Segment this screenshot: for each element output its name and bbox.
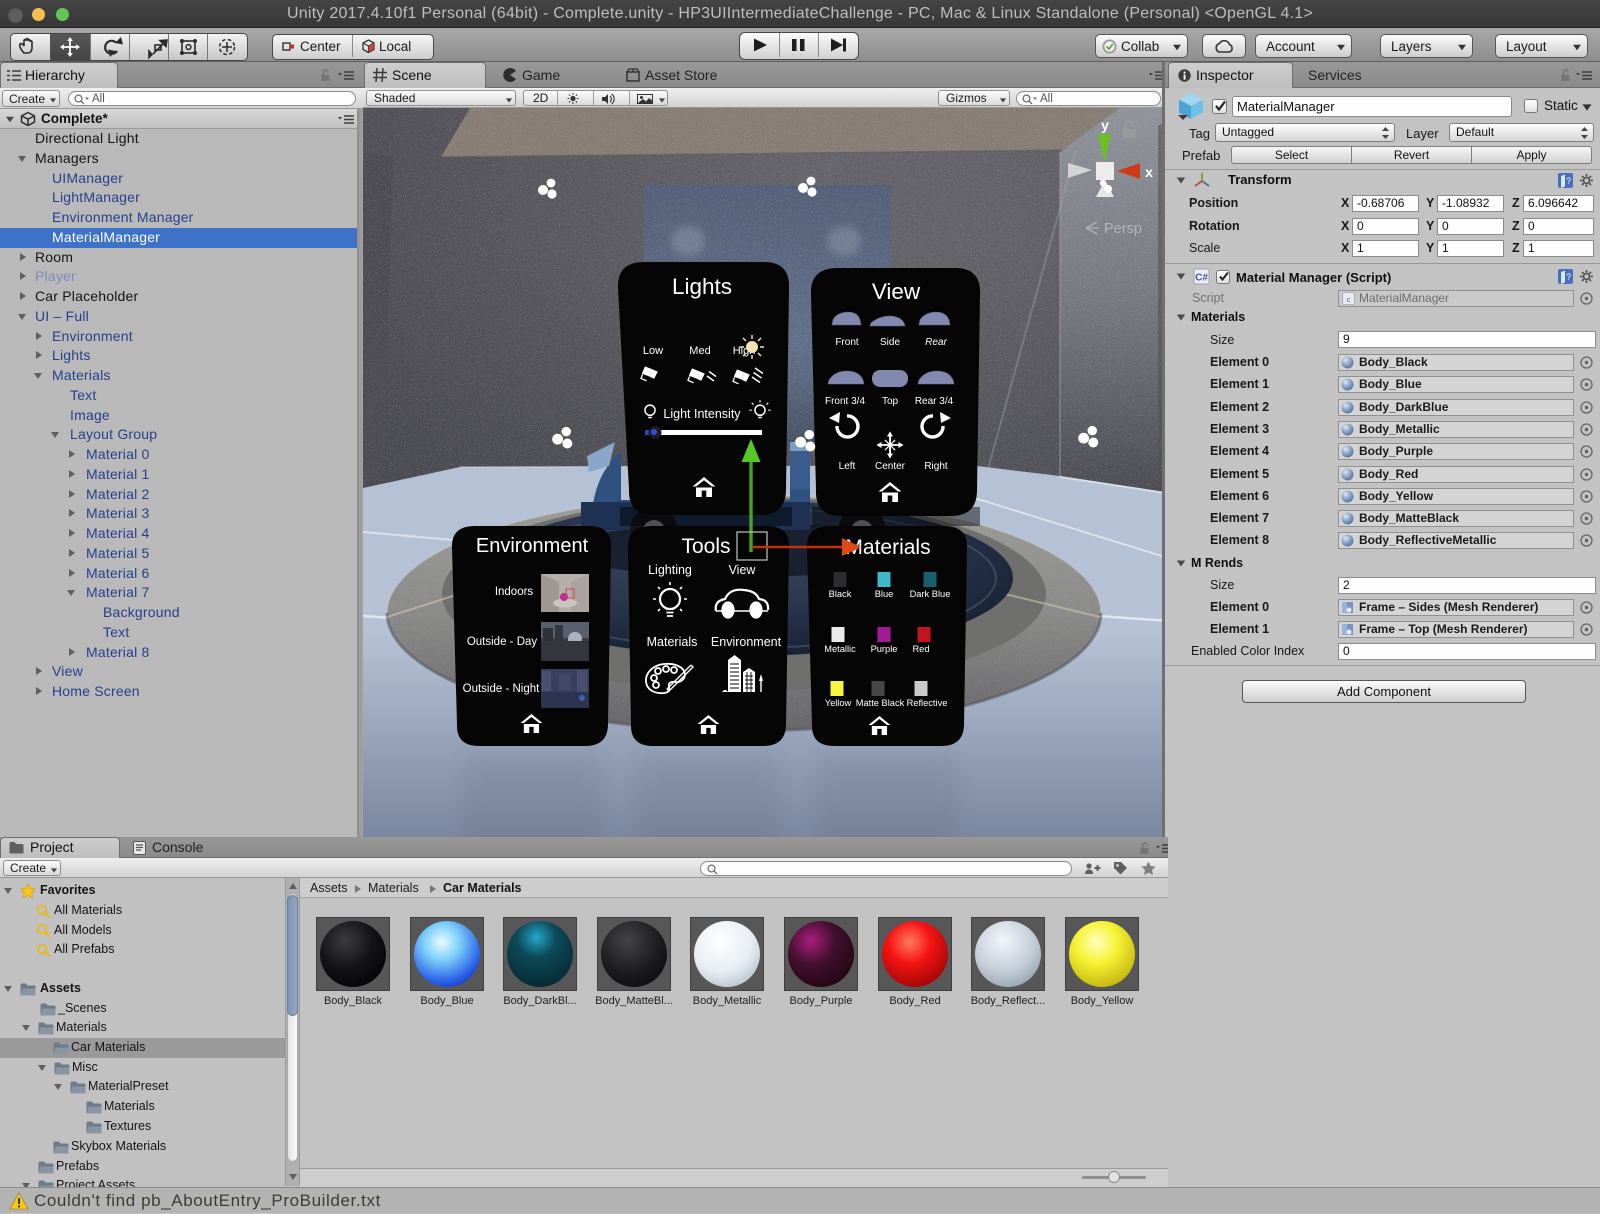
- svg-text:Lights: Lights: [672, 274, 732, 299]
- svg-text:Outside - Day: Outside - Day: [467, 636, 538, 648]
- svg-text:Left: Left: [839, 461, 856, 472]
- svg-text:Yellow: Yellow: [825, 698, 852, 708]
- svg-text:Side: Side: [880, 337, 900, 348]
- svg-text:Outside - Night: Outside - Night: [463, 683, 541, 695]
- svg-text:?: ?: [1566, 272, 1571, 282]
- svg-text:Black: Black: [829, 589, 852, 599]
- svg-text:Med: Med: [689, 345, 710, 357]
- svg-text:Front: Front: [835, 337, 859, 348]
- svg-text:Top: Top: [882, 396, 899, 407]
- svg-text:Purple: Purple: [871, 644, 898, 654]
- svg-text:Red: Red: [912, 644, 929, 654]
- svg-text:View: View: [872, 279, 921, 304]
- svg-text:Lighting: Lighting: [648, 563, 692, 577]
- svg-text:Light Intensity: Light Intensity: [663, 407, 741, 421]
- svg-text:Indoors: Indoors: [495, 586, 534, 598]
- svg-text:x: x: [1145, 164, 1153, 180]
- svg-text:Matte Black: Matte Black: [856, 698, 905, 708]
- svg-text:Center: Center: [875, 461, 906, 472]
- svg-text:Metallic: Metallic: [824, 644, 856, 654]
- svg-text:Rear 3/4: Rear 3/4: [915, 396, 954, 407]
- svg-text:Environment: Environment: [711, 635, 782, 649]
- svg-text:Persp: Persp: [1104, 221, 1142, 237]
- svg-text:Rear: Rear: [925, 337, 947, 348]
- svg-text:Right: Right: [924, 461, 948, 472]
- svg-text:Low: Low: [643, 345, 663, 357]
- svg-text:Reflective: Reflective: [907, 698, 948, 708]
- svg-text:y: y: [1101, 117, 1109, 133]
- svg-text:Blue: Blue: [875, 589, 894, 599]
- svg-text:Environment: Environment: [476, 535, 589, 557]
- svg-text:Tools: Tools: [681, 535, 730, 558]
- svg-text:?: ?: [1566, 176, 1571, 186]
- svg-text:Dark Blue: Dark Blue: [910, 589, 951, 599]
- svg-text:View: View: [729, 563, 757, 577]
- svg-text:c: c: [1347, 295, 1351, 304]
- svg-text:C#: C#: [1195, 273, 1208, 284]
- svg-text:Materials: Materials: [647, 635, 698, 649]
- svg-text:Front 3/4: Front 3/4: [825, 396, 865, 407]
